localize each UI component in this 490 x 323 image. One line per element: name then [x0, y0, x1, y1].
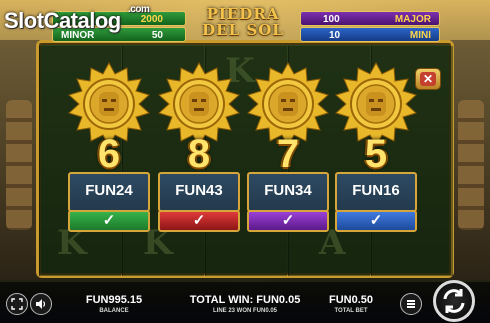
- logo-line-2: DEL SOL: [202, 21, 284, 39]
- jackpot-major-label: MAJOR: [394, 14, 431, 25]
- logo-line-1: PIEDRA: [206, 5, 280, 23]
- fullscreen-icon[interactable]: [6, 293, 28, 315]
- totem-left: [6, 100, 32, 230]
- card-number: 5: [364, 132, 388, 176]
- watermark-suffix: .com: [128, 4, 150, 15]
- total-bet-label: TOTAL BET: [334, 308, 368, 314]
- card-plate: FUN24: [68, 172, 150, 212]
- totem-right: [458, 100, 484, 230]
- checkmark-icon: ✓: [158, 210, 240, 232]
- card-number: 7: [276, 132, 300, 176]
- card-plate: FUN16: [335, 172, 417, 212]
- jackpot-minor-value: 50: [151, 30, 163, 41]
- jackpot-major-value: 100: [323, 14, 340, 25]
- card-number: 6: [97, 132, 121, 176]
- balance-value: FUN995.15: [85, 294, 143, 306]
- jungle-left: [0, 40, 40, 280]
- checkmark-icon: ✓: [247, 210, 329, 232]
- jackpot-mini-label: MINI: [409, 30, 431, 41]
- card-plate: FUN43: [158, 172, 240, 212]
- card-label: FUN43: [175, 182, 223, 199]
- spin-arrows-icon: [443, 289, 465, 313]
- card-plate: FUN34: [247, 172, 329, 212]
- card-label: FUN34: [264, 182, 312, 199]
- line-win: LINE 23 WON FUN0.05: [212, 308, 277, 314]
- card-label: FUN16: [352, 182, 400, 199]
- jackpot-mini-value: 10: [329, 30, 341, 41]
- watermark-text: SlotCatalog: [4, 8, 121, 33]
- checkmark-icon: ✓: [335, 210, 417, 232]
- card-label: FUN24: [85, 182, 133, 199]
- bonus-card[interactable]: 5 FUN16 ✓: [333, 62, 419, 238]
- bonus-card[interactable]: 7 FUN34 ✓: [245, 62, 331, 238]
- jungle-right: [450, 40, 490, 280]
- total-win: TOTAL WIN: FUN0.05: [189, 294, 301, 306]
- speaker-icon[interactable]: [30, 293, 52, 315]
- game-logo: PIEDRA DEL SOL: [190, 6, 296, 42]
- card-number: 8: [187, 132, 211, 176]
- balance-label: BALANCE: [99, 308, 129, 314]
- coin-stack-icon[interactable]: [400, 293, 422, 315]
- game-stage: K K K A 2000 MINOR 50 100 MAJOR 10 MINI …: [0, 0, 490, 323]
- jackpot-major: 100 MAJOR: [300, 11, 440, 26]
- close-icon: ✕: [420, 72, 436, 86]
- watermark: SlotCatalog .com: [4, 4, 150, 34]
- spin-button[interactable]: [433, 280, 475, 322]
- jackpot-mini: 10 MINI: [300, 27, 440, 42]
- bonus-card[interactable]: 6 FUN24 ✓: [66, 62, 152, 238]
- total-bet-value: FUN0.50: [328, 294, 374, 306]
- bonus-card[interactable]: 8 FUN43 ✓: [156, 62, 242, 238]
- checkmark-icon: ✓: [68, 210, 150, 232]
